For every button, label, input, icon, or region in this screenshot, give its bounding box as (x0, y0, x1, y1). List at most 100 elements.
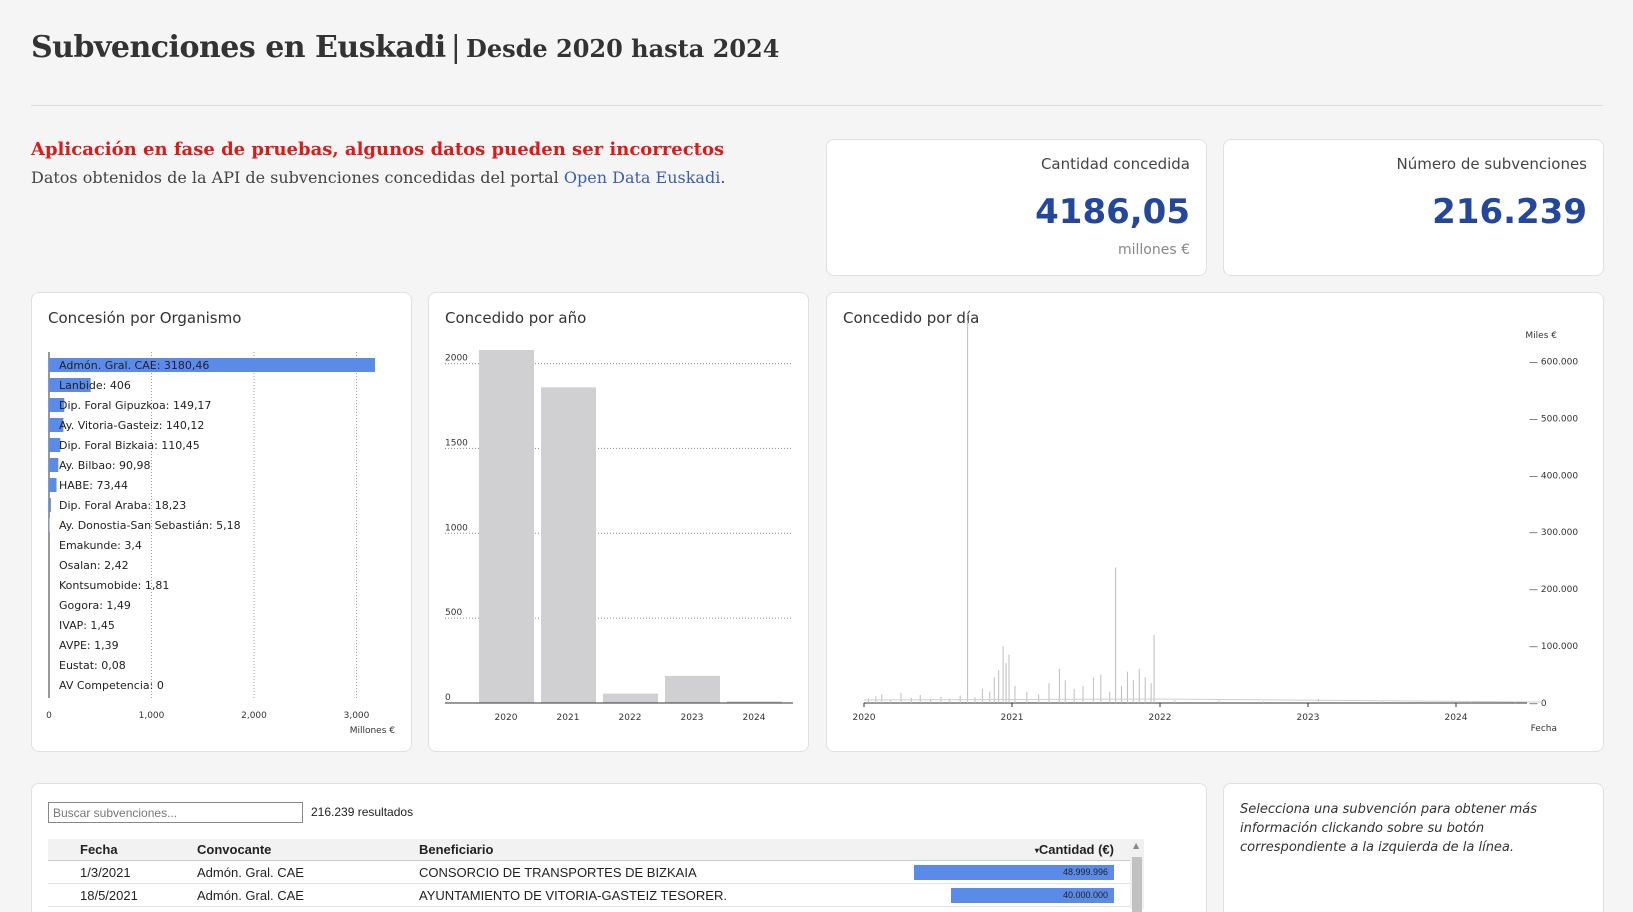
header-divider (31, 105, 1603, 106)
x-tick-label: 0 (46, 711, 52, 721)
page-title: Subvenciones en Euskadi (31, 30, 446, 65)
x-axis-label: Fecha (1531, 724, 1557, 734)
page-header: Subvenciones en Euskadi | Desde 2020 has… (31, 30, 779, 65)
y-tick-label: 1000 (445, 523, 468, 533)
amount-bar: 40.000.000 (950, 888, 1114, 903)
chart-card-organismo: Concesión por Organismo 0 1,000 2,000 3,000… (31, 292, 412, 752)
y-tick-label: — 500.000 (1529, 414, 1578, 424)
table-row[interactable]: 18/5/2021 Admón. Gral. CAE AYUNTAMIENTO … (48, 884, 1144, 907)
detail-placeholder-text: Selecciona una subvención para obtener m… (1240, 802, 1537, 855)
bar-label: Admón. Gral. CAE: 3180,46 (59, 359, 209, 372)
bar-label: AV Competencia: 0 (59, 679, 164, 692)
y-tick-label: 2000 (445, 354, 468, 364)
header-beneficiario[interactable]: Beneficiario (419, 842, 493, 857)
table-card: 216.239 resultados Fecha Convocante Bene… (31, 783, 1207, 912)
results-count: 216.239 resultados (311, 805, 414, 819)
x-tick-label: 2021 (1001, 713, 1024, 723)
chart-card-anio: Concedido por año 0 500 1000 1500 2000 2020 20… (428, 292, 809, 752)
bar-label: Ay. Bilbao: 90,98 (59, 459, 151, 472)
y-tick-label: 1500 (445, 438, 468, 448)
page-subtitle: Desde 2020 hasta 2024 (466, 34, 780, 63)
y-tick-label: — 100.000 (1529, 642, 1578, 652)
x-tick-label: 2023 (1297, 713, 1320, 723)
header-fecha[interactable]: Fecha (80, 842, 118, 857)
table-scrollbar[interactable]: ▲ (1130, 839, 1144, 912)
header-cantidad[interactable]: ▾Cantidad (€) (1035, 842, 1114, 857)
scroll-up-icon[interactable]: ▲ (1133, 841, 1139, 850)
bar-label: Gogora: 1,49 (59, 599, 131, 612)
bar (49, 498, 51, 512)
bar (49, 458, 59, 472)
y-tick-label: — 400.000 (1529, 471, 1578, 481)
bar-label: Dip. Foral Bizkaia: 110,45 (59, 439, 200, 452)
bar (49, 478, 57, 492)
bar-label: Ay. Donostia-San Sebastián: 5,18 (59, 519, 241, 532)
x-tick-label: 2024 (1445, 713, 1468, 723)
bar (49, 518, 50, 532)
header-convocante[interactable]: Convocante (197, 842, 271, 857)
detail-card: Selecciona una subvención para obtener m… (1223, 783, 1604, 912)
bar-label: Lanbide: 406 (59, 379, 131, 392)
bar-label: Eustat: 0,08 (59, 659, 126, 672)
kpi-count-label: Número de subvenciones (1396, 155, 1587, 173)
bar-label: HABE: 73,44 (59, 479, 128, 492)
scrollbar-thumb[interactable] (1132, 857, 1142, 912)
x-tick-label: 2020 (495, 713, 518, 723)
search-input[interactable] (48, 802, 303, 823)
y-tick-label: — 0 (1529, 699, 1547, 709)
x-tick-label: 2024 (743, 713, 766, 723)
organismo-bar-chart: 0 1,000 2,000 3,000 Admón. Gral. CAE: 3180,4… (46, 352, 396, 736)
y-tick-label: — 200.000 (1529, 585, 1578, 595)
bar-label: AVPE: 1,39 (59, 639, 119, 652)
bar-label: Emakunde: 3,4 (59, 539, 142, 552)
bar (479, 350, 534, 703)
kpi-amount-value: 4186,05 (1035, 192, 1190, 232)
chart-card-dia: Concedido por día 2020 2021 2022 2023 2024— … (826, 292, 1604, 752)
cell-fecha: 1/3/2021 (80, 865, 131, 880)
bar-label: Kontsumobide: 1,81 (59, 579, 169, 592)
bar-label: Ay. Vitoria-Gasteiz: 140,12 (59, 419, 204, 432)
bar (665, 675, 720, 703)
cell-beneficiario: CONSORCIO DE TRANSPORTES DE BIZKAIA (419, 865, 697, 880)
y-tick-label: — 300.000 (1529, 528, 1578, 538)
amount-bar: 48.999.996 (914, 865, 1114, 880)
year-bar-chart: 0 500 1000 1500 2000 2020 2021 2022 2023 2024 (445, 350, 793, 723)
bar-label: Osalan: 2,42 (59, 559, 129, 572)
kpi-amount-unit: millones € (1117, 242, 1190, 258)
info-suffix: . (720, 168, 726, 187)
x-axis-label: Millones € (350, 726, 396, 736)
table-row[interactable]: 1/3/2021 Admón. Gral. CAE CONSORCIO DE T… (48, 861, 1144, 884)
data-source-info: Datos obtenidos de la API de subvencione… (31, 168, 725, 187)
bar-label: Dip. Foral Araba: 18,23 (59, 499, 186, 512)
x-tick-label: 2022 (1149, 713, 1172, 723)
kpi-card-count: Número de subvenciones 216.239 (1223, 139, 1604, 276)
cell-beneficiario: AYUNTAMIENTO DE VITORIA-GASTEIZ TESORER. (419, 888, 727, 903)
info-text: Datos obtenidos de la API de subvencione… (31, 168, 564, 187)
x-tick-label: 2,000 (241, 711, 267, 721)
bar-label: Dip. Foral Gipuzkoa: 149,17 (59, 399, 211, 412)
kpi-amount-label: Cantidad concedida (1040, 155, 1190, 173)
kpi-card-amount: Cantidad concedida 4186,05 millones € (826, 139, 1207, 276)
x-tick-label: 2021 (557, 713, 580, 723)
x-tick-label: 3,000 (344, 711, 370, 721)
table-header: Fecha Convocante Beneficiario ▾Cantidad … (48, 839, 1144, 861)
header-cantidad-label: Cantidad (€) (1038, 842, 1114, 857)
x-tick-label: 2020 (853, 713, 876, 723)
x-tick-label: 1,000 (139, 711, 165, 721)
y-tick-label: 500 (445, 608, 462, 618)
y-tick-label: 0 (445, 693, 451, 703)
bar-label: IVAP: 1,45 (59, 619, 115, 632)
open-data-link[interactable]: Open Data Euskadi (564, 168, 720, 187)
baseline-series (863, 698, 1545, 703)
x-tick-label: 2023 (681, 713, 704, 723)
title-separator: | (450, 30, 461, 65)
kpi-count-value: 216.239 (1432, 192, 1587, 232)
cell-fecha: 18/5/2021 (80, 888, 138, 903)
warning-message: Aplicación en fase de pruebas, algunos d… (31, 139, 725, 160)
x-tick-label: 2022 (619, 713, 642, 723)
day-line-chart: 2020 2021 2022 2023 2024 — 0 — 100.000 — 200.00… (853, 320, 1578, 734)
cell-cantidad: 40.000.000 (1062, 890, 1108, 900)
bar (541, 387, 596, 703)
y-tick-label: — 600.000 (1529, 357, 1578, 367)
cell-convocante: Admón. Gral. CAE (197, 888, 304, 903)
